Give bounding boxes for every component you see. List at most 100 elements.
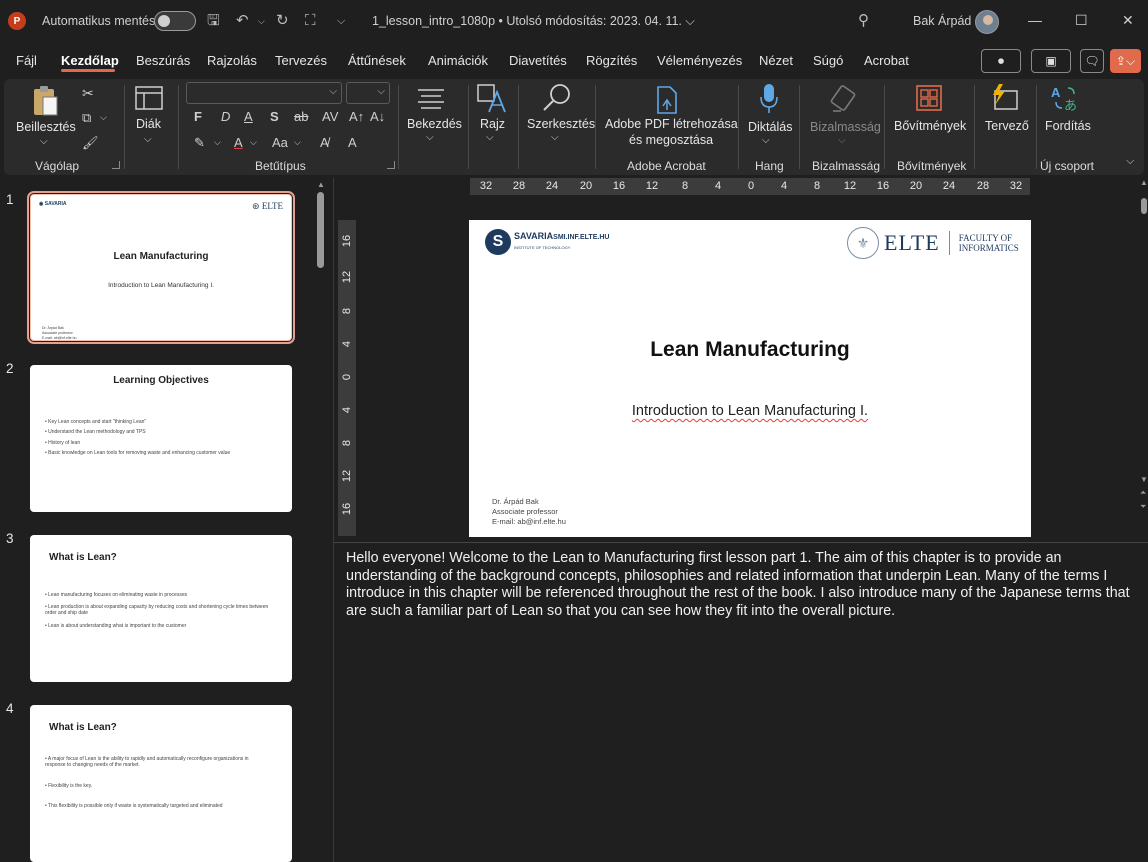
search-icon[interactable]: ⚲	[858, 11, 869, 31]
highlight-icon[interactable]: ✎	[194, 135, 205, 151]
italic-icon[interactable]: D	[221, 109, 230, 124]
underline-icon[interactable]: A	[244, 109, 253, 124]
designer-label[interactable]: Tervező	[985, 119, 1029, 133]
speaker-notes[interactable]: Hello everyone! Welcome to the Lean to M…	[346, 550, 1138, 620]
paste-dropdown-icon[interactable]: ⌵	[40, 136, 48, 147]
previous-slide-icon[interactable]: ⏶	[1140, 488, 1146, 498]
increase-font-icon[interactable]: A↑	[349, 109, 364, 124]
new-slide-icon[interactable]	[135, 85, 163, 111]
record-button[interactable]: ⏺	[981, 49, 1021, 73]
save-icon[interactable]: 🖫	[207, 11, 220, 31]
addins-icon[interactable]	[915, 84, 943, 112]
slides-dropdown-icon[interactable]: ⌵	[144, 134, 152, 145]
slide-scrollbar[interactable]: ▲ ▼ ⏶ ⏷	[1140, 178, 1148, 518]
pane-divider[interactable]	[333, 178, 334, 862]
find-icon[interactable]	[540, 81, 574, 115]
format-painter-icon[interactable]: 🖌	[82, 135, 99, 151]
thumbnail-scrollbar[interactable]	[317, 192, 324, 268]
copy-icon[interactable]: ⧉	[82, 110, 91, 126]
drawing-label[interactable]: Rajz	[480, 117, 505, 131]
undo-dropdown-icon[interactable]: ⌵	[258, 11, 265, 31]
avatar[interactable]	[975, 10, 999, 34]
slide-thumbnail-1[interactable]: ◉ SAVARIA ⊛ ELTE Lean Manufacturing Intr…	[27, 191, 295, 344]
minimize-icon[interactable]: —	[1028, 12, 1042, 28]
undo-icon[interactable]: ↶	[236, 11, 249, 31]
paragraph-label[interactable]: Bekezdés	[407, 117, 462, 131]
paste-label[interactable]: Beillesztés	[16, 120, 76, 134]
editing-dropdown-icon[interactable]: ⌵	[551, 132, 559, 143]
font-color-dropdown-icon[interactable]: ⌵	[250, 137, 257, 148]
slide-thumbnail-4[interactable]: What is Lean? • A major focus of Lean is…	[30, 705, 292, 862]
adobe-create-label[interactable]: Adobe PDF létrehozása	[605, 117, 738, 131]
bold-icon[interactable]: F	[194, 109, 202, 124]
tab-home[interactable]: Kezdőlap	[61, 53, 119, 68]
translate-icon[interactable]: Aあ	[1049, 83, 1081, 113]
notes-divider[interactable]	[334, 542, 1148, 543]
tab-design[interactable]: Tervezés	[275, 53, 327, 68]
font-size-select[interactable]: ⌵	[346, 82, 390, 104]
redo-icon[interactable]: ↻	[276, 11, 289, 31]
tab-record[interactable]: Rögzítés	[586, 53, 637, 68]
font-name-select[interactable]: ⌵	[186, 82, 342, 104]
autosave-toggle[interactable]	[154, 11, 196, 31]
microphone-icon[interactable]	[758, 82, 780, 116]
close-icon[interactable]: ✕	[1122, 12, 1134, 29]
dictate-dropdown-icon[interactable]: ⌵	[762, 135, 770, 146]
designer-icon[interactable]	[988, 82, 1020, 112]
copy-dropdown-icon[interactable]: ⌵	[100, 112, 107, 123]
tab-slideshow[interactable]: Diavetítés	[509, 53, 567, 68]
slides-label[interactable]: Diák	[136, 117, 161, 131]
clear-formatting-icon[interactable]: A̸	[320, 135, 329, 150]
user-name[interactable]: Bak Árpád	[913, 14, 971, 28]
font-effects-icon[interactable]: A	[348, 135, 357, 150]
tab-acrobat[interactable]: Acrobat	[864, 53, 909, 68]
paste-icon[interactable]	[30, 84, 60, 118]
tab-transitions[interactable]: Áttűnések	[348, 53, 406, 68]
font-color-icon[interactable]: A	[234, 135, 243, 150]
next-slide-icon[interactable]: ⏷	[1140, 502, 1146, 512]
tab-file[interactable]: Fájl	[16, 53, 37, 68]
decrease-font-icon[interactable]: A↓	[370, 109, 385, 124]
change-case-icon[interactable]: Aa	[272, 135, 288, 150]
tab-view[interactable]: Nézet	[759, 53, 793, 68]
scroll-down-icon[interactable]: ▼	[1140, 475, 1148, 484]
editing-label[interactable]: Szerkesztés	[527, 117, 595, 131]
scrollbar-thumb[interactable]	[1141, 198, 1147, 214]
paragraph-dropdown-icon[interactable]: ⌵	[426, 132, 434, 143]
dictate-label[interactable]: Diktálás	[748, 120, 792, 134]
adobe-share-label[interactable]: és megosztása	[629, 133, 713, 147]
addins-label[interactable]: Bővítmények	[894, 119, 966, 133]
tab-insert[interactable]: Beszúrás	[136, 53, 190, 68]
document-title[interactable]: 1_lesson_intro_1080p • Utolsó módosítás:…	[372, 14, 695, 29]
adobe-pdf-icon[interactable]	[654, 85, 680, 115]
present-icon[interactable]: ⛶	[305, 11, 316, 31]
tab-review[interactable]: Véleményezés	[657, 53, 742, 68]
slide-thumbnail-3[interactable]: What is Lean? • Lean manufacturing focus…	[30, 535, 292, 682]
scroll-up-icon[interactable]: ▲	[1140, 178, 1148, 187]
strikethrough-icon[interactable]: ab	[294, 109, 308, 124]
tab-help[interactable]: Súgó	[813, 53, 843, 68]
paragraph-icon[interactable]	[416, 85, 446, 113]
vertical-ruler[interactable]: 16 12 8 4 0 4 8 12 16	[338, 220, 356, 536]
clipboard-launcher-icon[interactable]	[112, 161, 120, 169]
horizontal-ruler[interactable]: 32 28 24 20 16 12 8 4 0 4 8 12 16 20 24 …	[470, 178, 1030, 195]
character-spacing-icon[interactable]: AV	[322, 109, 338, 124]
slide-title[interactable]: Lean Manufacturing	[469, 338, 1031, 362]
shapes-icon[interactable]	[476, 83, 508, 115]
drawing-dropdown-icon[interactable]: ⌵	[486, 132, 494, 143]
collapse-ribbon-icon[interactable]: ⌵	[1126, 155, 1134, 168]
present-teams-button[interactable]: ▣	[1031, 49, 1071, 73]
maximize-icon[interactable]: ☐	[1075, 12, 1088, 29]
translate-label[interactable]: Fordítás	[1045, 119, 1091, 133]
highlight-dropdown-icon[interactable]: ⌵	[214, 137, 221, 148]
scroll-up-icon[interactable]: ▲	[317, 180, 325, 189]
font-launcher-icon[interactable]	[387, 161, 395, 169]
change-case-dropdown-icon[interactable]: ⌵	[294, 137, 301, 148]
tab-animations[interactable]: Animációk	[428, 53, 488, 68]
slide-canvas[interactable]: S SAVARIASMI.INF.ELTE.HU INSTITUTE OF TE…	[469, 220, 1031, 537]
shadow-icon[interactable]: S	[270, 109, 279, 124]
customize-toolbar-icon[interactable]: ⌵	[337, 11, 345, 31]
cut-icon[interactable]: ✂	[82, 85, 94, 102]
comments-button[interactable]: 🗨	[1080, 49, 1104, 73]
share-button[interactable]: ⇪⌵	[1110, 49, 1141, 73]
